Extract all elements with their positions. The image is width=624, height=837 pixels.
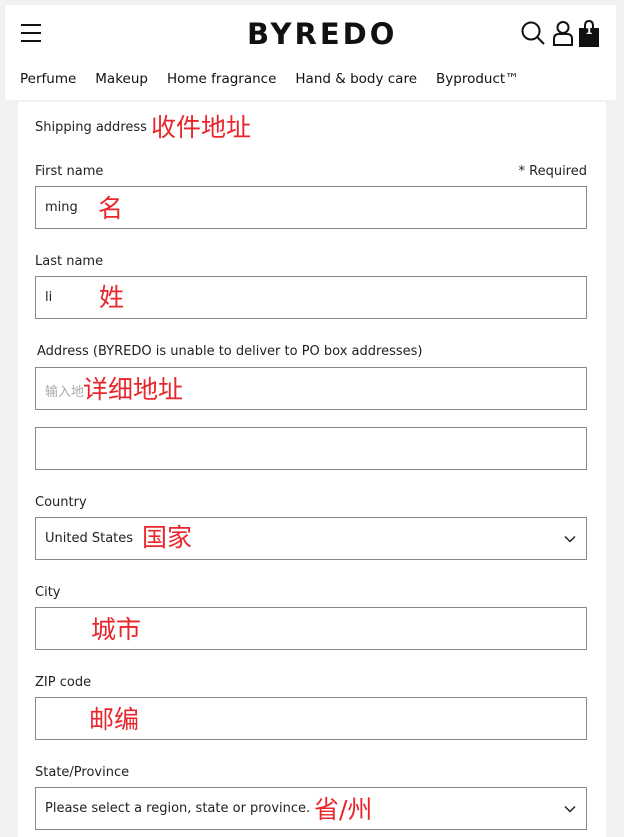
country-value: United States [45, 531, 134, 546]
section-note: 收件地址 [151, 113, 252, 142]
shopping-bag-icon[interactable]: 1 [578, 19, 606, 47]
address-placeholder: 输入地 [45, 385, 85, 400]
nav-item-perfume[interactable]: Perfume [20, 71, 76, 91]
nav-item-byproduct[interactable]: Byproduct™ [436, 71, 519, 91]
state-label: State/Province [35, 765, 130, 780]
nav-item-home-fragrance[interactable]: Home fragrance [167, 71, 276, 91]
city-label: City [35, 585, 61, 600]
address-note: 详细地址 [83, 375, 184, 404]
state-value: Please select a region, state or provinc… [45, 801, 311, 816]
chevron-down-icon [564, 805, 576, 813]
state-select[interactable]: Please select a region, state or provinc… [35, 787, 587, 830]
section-title: Shipping address [35, 120, 147, 135]
user-icon[interactable] [549, 19, 577, 47]
hamburger-menu-icon[interactable] [21, 24, 41, 42]
state-note: 省/州 [314, 795, 373, 824]
address-label: Address (BYREDO is unable to deliver to … [37, 344, 423, 359]
last-name-value: li [45, 290, 53, 305]
bag-count-badge: 1 [585, 26, 593, 37]
country-select[interactable]: United States [35, 517, 587, 560]
nav-item-hand-body-care[interactable]: Hand & body care [295, 71, 417, 91]
first-name-value: ming [45, 200, 78, 215]
required-note: * Required [518, 164, 588, 179]
search-icon[interactable] [519, 19, 547, 47]
shipping-address-form: Shipping address 收件地址 First name * Requi… [18, 102, 606, 837]
first-name-note: 名 [98, 194, 124, 223]
zip-label: ZIP code [35, 675, 92, 690]
last-name-note: 姓 [99, 283, 125, 312]
city-note: 城市 [91, 615, 142, 644]
first-name-label: First name [35, 164, 104, 179]
address-line-2-field[interactable] [35, 427, 587, 470]
brand-logo[interactable]: BYREDO [247, 17, 397, 51]
country-note: 国家 [142, 523, 193, 552]
nav-item-makeup[interactable]: Makeup [95, 71, 148, 91]
main-nav: Perfume Makeup Home fragrance Hand & bod… [20, 71, 538, 91]
last-name-label: Last name [35, 254, 104, 269]
zip-note: 邮编 [89, 705, 140, 734]
country-label: Country [35, 495, 87, 510]
site-header: BYREDO 1 Perfume Makeup Home fragrance H… [5, 5, 616, 100]
chevron-down-icon [564, 535, 576, 543]
